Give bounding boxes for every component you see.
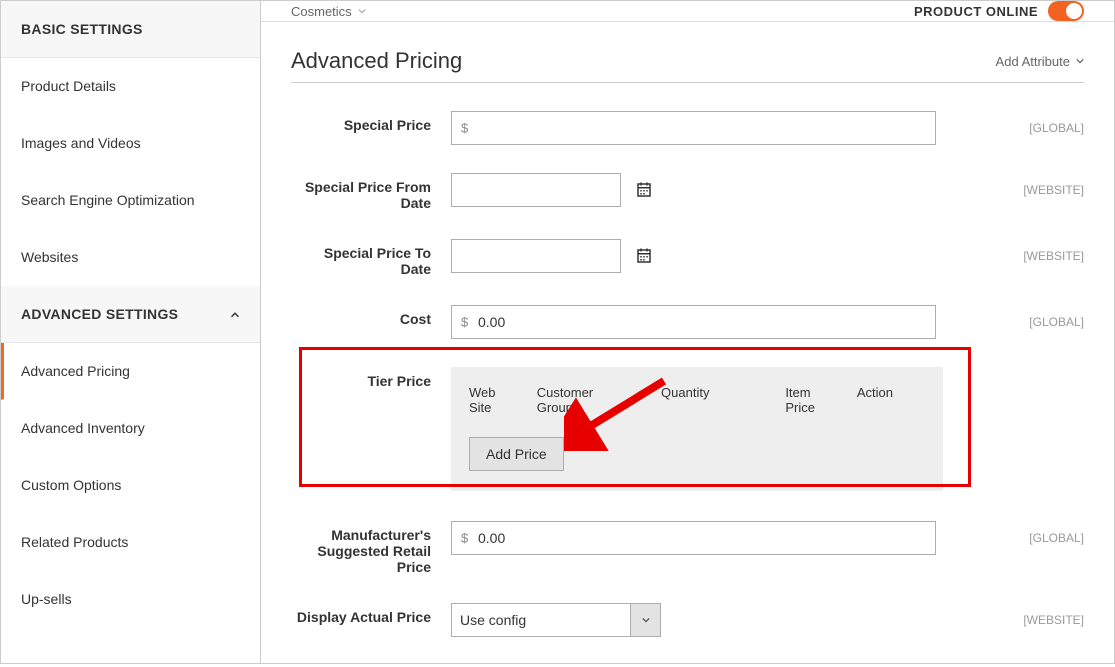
attribute-set-dropdown[interactable]: Cosmetics: [291, 4, 366, 19]
msrp-label: Manufacturer's Suggested Retail Price: [291, 521, 451, 575]
special-price-label: Special Price: [291, 111, 451, 133]
scope-label: [WEBSITE]: [1007, 613, 1084, 627]
tier-col-website: Web Site: [469, 385, 537, 415]
special-to-input[interactable]: [451, 239, 621, 273]
display-actual-select[interactable]: Use config: [451, 603, 631, 637]
sidebar-heading-basic: BASIC SETTINGS: [1, 1, 260, 58]
chevron-down-icon: [358, 7, 366, 15]
sidebar-heading-advanced[interactable]: ADVANCED SETTINGS: [1, 286, 260, 343]
page-title: Advanced Pricing: [291, 48, 462, 74]
chevron-down-icon: [1076, 57, 1084, 65]
cost-input[interactable]: [451, 305, 936, 339]
sidebar-item-seo[interactable]: Search Engine Optimization: [1, 172, 260, 229]
special-from-label: Special Price From Date: [291, 173, 451, 211]
sidebar-item-up-sells[interactable]: Up-sells: [1, 571, 260, 628]
sidebar-item-related-products[interactable]: Related Products: [1, 514, 260, 571]
sidebar-heading-advanced-label: ADVANCED SETTINGS: [21, 306, 178, 322]
chevron-up-icon: [228, 308, 240, 320]
special-from-input[interactable]: [451, 173, 621, 207]
special-to-label: Special Price To Date: [291, 239, 451, 277]
calendar-icon[interactable]: [633, 179, 655, 201]
currency-symbol: $: [461, 121, 468, 136]
scope-label: [WEBSITE]: [1007, 249, 1084, 263]
toggle-knob: [1066, 3, 1082, 19]
sidebar-item-advanced-inventory[interactable]: Advanced Inventory: [1, 400, 260, 457]
tier-price-panel: Web Site Customer Group Quantity Item Pr…: [451, 367, 943, 491]
cost-label: Cost: [291, 305, 451, 327]
scope-label: [WEBSITE]: [1007, 183, 1084, 197]
tier-price-label: Tier Price: [291, 367, 451, 389]
sidebar-item-custom-options[interactable]: Custom Options: [1, 457, 260, 514]
sidebar-item-advanced-pricing[interactable]: Advanced Pricing: [1, 343, 260, 400]
sidebar-heading-basic-label: BASIC SETTINGS: [21, 21, 143, 37]
currency-symbol: $: [461, 531, 468, 546]
msrp-input[interactable]: [451, 521, 936, 555]
breadcrumb-label: Cosmetics: [291, 4, 352, 19]
calendar-icon[interactable]: [633, 245, 655, 267]
topbar: Cosmetics PRODUCT ONLINE: [261, 1, 1114, 22]
scope-label: [GLOBAL]: [1013, 531, 1084, 545]
select-arrow-button[interactable]: [631, 603, 661, 637]
tier-col-qty: Quantity: [661, 385, 785, 415]
sidebar-item-product-details[interactable]: Product Details: [1, 58, 260, 115]
scope-label: [GLOBAL]: [1013, 121, 1084, 135]
scope-label: [GLOBAL]: [1013, 315, 1084, 329]
sidebar: BASIC SETTINGS Product Details Images an…: [1, 1, 261, 663]
add-price-button[interactable]: Add Price: [469, 437, 564, 471]
sidebar-item-images-and-videos[interactable]: Images and Videos: [1, 115, 260, 172]
product-online-toggle[interactable]: [1048, 1, 1084, 21]
special-price-input[interactable]: [451, 111, 936, 145]
product-online-label: PRODUCT ONLINE: [914, 4, 1038, 19]
add-attribute-button[interactable]: Add Attribute: [996, 54, 1084, 69]
chevron-down-icon: [642, 616, 650, 624]
sidebar-item-websites[interactable]: Websites: [1, 229, 260, 286]
currency-symbol: $: [461, 315, 468, 330]
tier-col-group: Customer Group: [537, 385, 661, 415]
tier-col-price: Item Price: [785, 385, 857, 415]
display-actual-label: Display Actual Price: [291, 603, 451, 625]
tier-col-action: Action: [857, 385, 925, 415]
